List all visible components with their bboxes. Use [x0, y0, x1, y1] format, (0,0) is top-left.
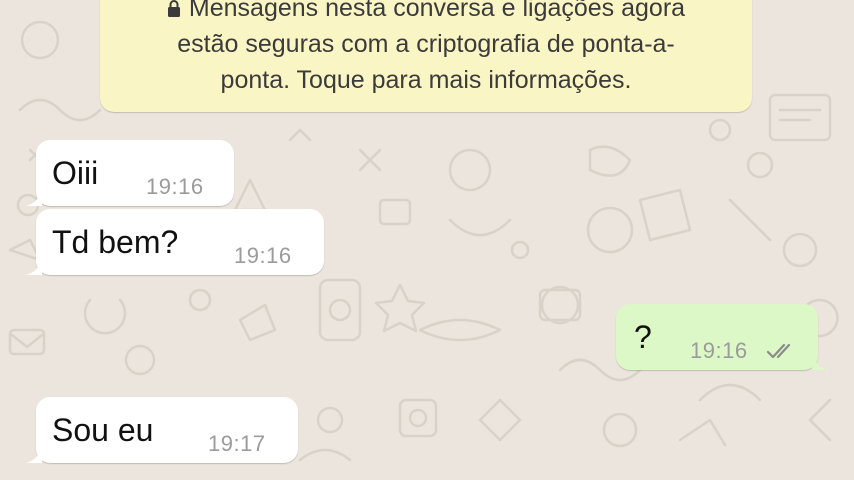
message-text: Oiii — [52, 155, 99, 191]
bubble-tail — [26, 188, 42, 206]
outgoing-message-bubble[interactable]: ? 19:16 — [616, 304, 828, 370]
message-timestamp: 19:16 — [234, 243, 292, 268]
notice-line-1: Mensagens nesta conversa e ligações agor… — [100, 0, 752, 26]
message-timestamp: 19:17 — [208, 431, 266, 456]
bubble-tail — [26, 445, 42, 463]
incoming-message-bubble[interactable]: Sou eu 19:17 — [26, 397, 298, 463]
notice-line-1-text: Mensagens nesta conversa e ligações agor… — [188, 0, 686, 22]
message-timestamp: 19:16 — [690, 338, 748, 363]
message-text: ? — [634, 319, 652, 355]
incoming-message-bubble[interactable]: Td bem? 19:16 — [26, 209, 324, 275]
notice-line-3: ponta. Toque para mais informações. — [220, 66, 632, 94]
lock-icon — [167, 0, 180, 17]
bubble-tail — [812, 352, 828, 370]
double-check-icon — [766, 343, 791, 359]
message-text: Td bem? — [52, 224, 179, 260]
message-timestamp: 19:16 — [146, 174, 204, 199]
encryption-notice[interactable]: Mensagens nesta conversa e ligações agor… — [100, 0, 752, 112]
bubble-tail — [26, 257, 42, 275]
message-text: Sou eu — [52, 412, 154, 448]
notice-line-2: estão seguras com a criptografia de pont… — [177, 30, 675, 58]
incoming-message-bubble[interactable]: Oiii 19:16 — [26, 140, 234, 206]
